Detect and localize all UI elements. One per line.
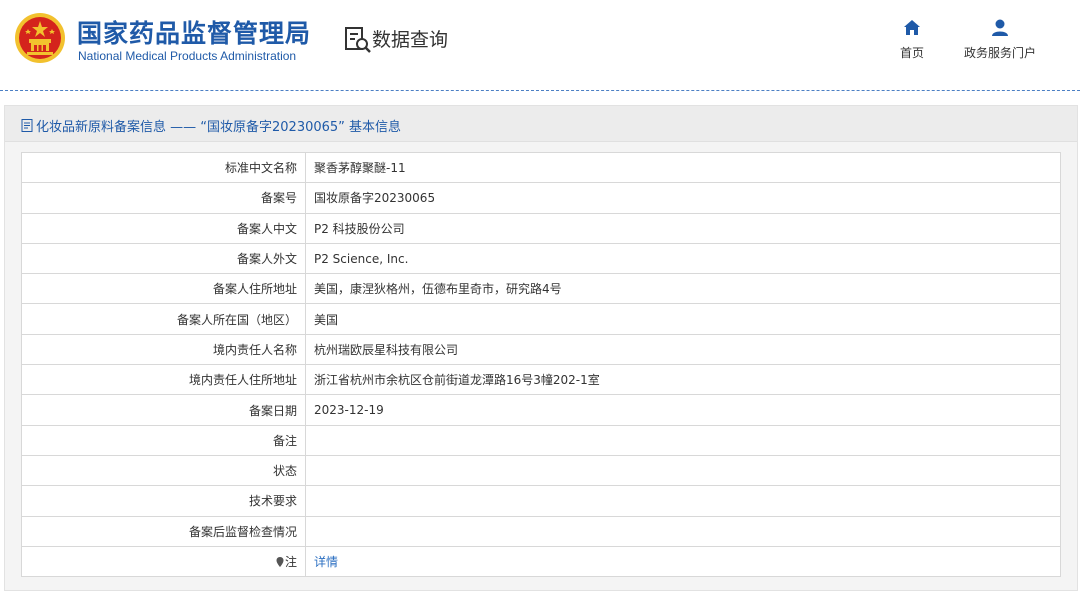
info-table: 标准中文名称 聚香茅醇聚醚-11 备案号 国妆原备字20230065 备案人中文…	[21, 151, 1061, 578]
table-row: 备注	[21, 424, 1061, 456]
table-row: 状态	[21, 454, 1061, 487]
panel-title: 化妆品新原料备案信息 —— “国妆原备字20230065” 基本信息	[21, 116, 401, 135]
site-header: 国家药品监督管理局 National Medical Products Admi…	[0, 0, 1080, 88]
field-label: 备案人外文	[21, 242, 306, 275]
field-value: 2023-12-19	[305, 394, 1061, 426]
field-label: 技术要求	[21, 485, 306, 517]
field-value: 浙江省杭州市余杭区仓前街道龙潭路16号3幢202-1室	[305, 364, 1061, 396]
site-logo-subtitle[interactable]: National Medical Products Administration	[78, 49, 296, 63]
table-row: 备案号 国妆原备字20230065	[21, 182, 1061, 214]
field-label: 标准中文名称	[21, 151, 306, 184]
field-value	[305, 424, 1061, 456]
table-row: 标准中文名称 聚香茅醇聚醚-11	[21, 151, 1061, 184]
data-search-icon	[345, 27, 371, 53]
table-row: 境内责任人住所地址 浙江省杭州市余杭区仓前街道龙潭路16号3幢202-1室	[21, 364, 1061, 396]
home-icon	[904, 20, 920, 35]
field-value	[305, 485, 1061, 517]
field-label: 备案人中文	[21, 212, 306, 244]
panel-header: 化妆品新原料备案信息 —— “国妆原备字20230065” 基本信息	[5, 106, 1077, 142]
details-link[interactable]: 详情	[305, 545, 1061, 578]
field-label: 备注	[21, 424, 306, 456]
field-value: P2 Science, Inc.	[305, 242, 1061, 275]
field-label: 注	[284, 555, 297, 569]
field-label: 状态	[21, 454, 306, 487]
field-value: 杭州瑞欧辰星科技有限公司	[305, 333, 1061, 366]
user-icon	[992, 19, 1008, 36]
field-label: 境内责任人住所地址	[21, 364, 306, 396]
table-row: 注 详情	[21, 545, 1061, 578]
national-emblem-icon	[15, 13, 65, 63]
field-value: 国妆原备字20230065	[305, 182, 1061, 214]
header-divider	[0, 90, 1080, 91]
field-value	[305, 454, 1061, 487]
note-label-cell: 注	[21, 545, 306, 578]
site-logo-title[interactable]: 国家药品监督管理局	[77, 14, 311, 50]
field-label: 备案号	[21, 182, 306, 214]
table-row: 技术要求	[21, 485, 1061, 517]
field-label: 备案人住所地址	[21, 273, 306, 305]
document-icon	[21, 119, 33, 132]
table-row: 备案日期 2023-12-19	[21, 394, 1061, 426]
table-row: 境内责任人名称 杭州瑞欧辰星科技有限公司	[21, 333, 1061, 366]
nav-portal-label: 政务服务门户	[963, 46, 1036, 60]
table-row: 备案人所在国（地区） 美国	[21, 303, 1061, 335]
nav-home-label: 首页	[899, 46, 924, 60]
panel-title-text: 化妆品新原料备案信息 —— “国妆原备字20230065” 基本信息	[36, 120, 402, 135]
nav-service-portal[interactable]: 政务服务门户	[955, 18, 1045, 61]
field-value: P2 科技股份公司	[305, 212, 1061, 244]
section-title: 数据查询	[372, 29, 449, 51]
pin-icon	[276, 557, 284, 567]
table-row: 备案人外文 P2 Science, Inc.	[21, 242, 1061, 275]
record-panel: 化妆品新原料备案信息 —— “国妆原备字20230065” 基本信息 标准中文名…	[4, 105, 1078, 591]
field-value	[305, 515, 1061, 547]
field-label: 备案日期	[21, 394, 306, 426]
field-value: 聚香茅醇聚醚-11	[305, 151, 1061, 184]
field-label: 备案人所在国（地区）	[21, 303, 306, 335]
table-row: 备案人中文 P2 科技股份公司	[21, 212, 1061, 244]
field-value: 美国	[305, 303, 1061, 335]
field-label: 备案后监督检查情况	[21, 515, 306, 547]
nav-home[interactable]: 首页	[892, 18, 932, 61]
table-row: 备案人住所地址 美国，康涅狄格州，伍德布里奇市，研究路4号	[21, 273, 1061, 305]
table-row: 备案后监督检查情况	[21, 515, 1061, 547]
field-label: 境内责任人名称	[21, 333, 306, 366]
field-value: 美国，康涅狄格州，伍德布里奇市，研究路4号	[305, 273, 1061, 305]
